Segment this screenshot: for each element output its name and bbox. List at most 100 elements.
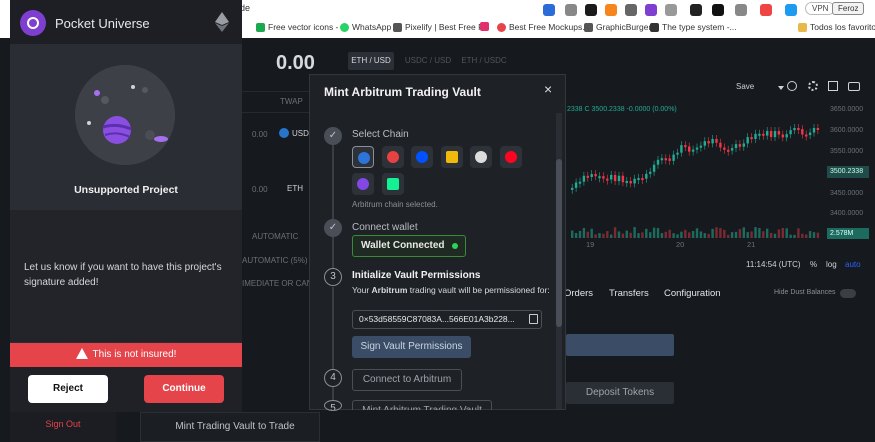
volume-bar bbox=[672, 233, 675, 238]
extension-icon[interactable] bbox=[565, 4, 577, 16]
bookmark[interactable]: Free vector icons - bbox=[256, 22, 338, 32]
bookmark[interactable]: Todos los favoritos bbox=[798, 22, 875, 32]
wallet-connected-button[interactable]: Wallet Connected bbox=[352, 235, 466, 257]
chain-base[interactable] bbox=[411, 146, 433, 168]
gear-icon[interactable] bbox=[808, 81, 818, 91]
volume-bar bbox=[578, 230, 582, 238]
candle-body bbox=[660, 158, 664, 161]
scale-log[interactable]: log bbox=[826, 260, 837, 269]
tab-orders[interactable]: Orders bbox=[564, 288, 593, 299]
price-tick: 3450.0000 bbox=[830, 190, 864, 197]
reject-button[interactable]: Reject bbox=[28, 375, 108, 403]
chain-arbitrum[interactable] bbox=[352, 146, 374, 168]
chain-avalanche[interactable] bbox=[382, 146, 404, 168]
bookmark[interactable]: Best Free Mockups... bbox=[497, 22, 589, 32]
bookmark[interactable]: WhatsApp bbox=[340, 22, 391, 32]
chevron-down-icon[interactable] bbox=[778, 86, 784, 90]
sign-vault-permissions-button[interactable]: Sign Vault Permissions bbox=[352, 336, 471, 358]
popup-message-panel: Let us know if you want to have this pro… bbox=[10, 210, 242, 342]
candle-body bbox=[797, 128, 800, 130]
extension-icon[interactable] bbox=[543, 4, 555, 16]
zoom-icon[interactable] bbox=[787, 81, 797, 91]
bookmark[interactable]: The type system -... bbox=[650, 22, 737, 32]
chart-save[interactable]: Save bbox=[736, 82, 754, 91]
chain-polygon[interactable] bbox=[352, 173, 374, 195]
volume-bar bbox=[641, 232, 644, 238]
order-type-label[interactable]: AUTOMATIC (5%) bbox=[242, 256, 307, 265]
mint-vault-to-trade-button[interactable]: Mint Trading Vault to Trade bbox=[140, 412, 320, 442]
order-type-label[interactable]: AUTOMATIC bbox=[252, 232, 298, 241]
scrollbar-thumb[interactable] bbox=[556, 159, 562, 327]
candle-body bbox=[769, 130, 773, 138]
candle-body bbox=[621, 175, 625, 183]
bookmark[interactable]: Pixelify | Best Free F... bbox=[393, 22, 489, 32]
chart-time: 11:14:54 (UTC) bbox=[746, 260, 801, 269]
extension-icon[interactable] bbox=[665, 4, 677, 16]
ethereum-icon bbox=[215, 12, 229, 32]
volume-bar bbox=[734, 231, 738, 238]
volume-bar bbox=[598, 233, 601, 238]
pair-tab-usdc-usd[interactable]: USDC / USD bbox=[402, 52, 454, 70]
metamask-icon[interactable] bbox=[605, 4, 617, 16]
volume-bar bbox=[703, 233, 706, 238]
volume-bar bbox=[684, 229, 687, 238]
pair-tab-eth-usdc[interactable]: ETH / USDC bbox=[458, 52, 510, 70]
extension-icon[interactable] bbox=[760, 4, 772, 16]
date-tick: 19 bbox=[586, 240, 595, 249]
tab-configuration[interactable]: Configuration bbox=[664, 288, 721, 299]
volume-bar bbox=[621, 233, 625, 238]
volume-bar bbox=[574, 233, 578, 238]
volume-bar bbox=[777, 229, 781, 238]
candle-body bbox=[606, 178, 609, 181]
chain-optimism[interactable] bbox=[500, 146, 522, 168]
candle-body bbox=[613, 174, 617, 182]
bookmark[interactable]: GraphicBurger bbox=[584, 22, 651, 32]
close-icon[interactable]: × bbox=[544, 81, 552, 97]
candle-body bbox=[805, 134, 808, 137]
fullscreen-icon[interactable] bbox=[828, 81, 838, 91]
camera-icon[interactable] bbox=[848, 82, 860, 91]
loading-button[interactable] bbox=[566, 334, 674, 356]
continue-button[interactable]: Continue bbox=[144, 375, 224, 403]
hide-dust-toggle[interactable] bbox=[840, 289, 856, 298]
candle-body bbox=[758, 133, 761, 136]
pocket-universe-extension-icon[interactable] bbox=[645, 4, 657, 16]
chain-bnb[interactable] bbox=[441, 146, 463, 168]
connect-to-arbitrum-button[interactable]: Connect to Arbitrum bbox=[352, 369, 462, 391]
vpn-button[interactable]: VPN bbox=[805, 2, 836, 15]
candle-body bbox=[594, 174, 597, 177]
candle-body bbox=[754, 133, 757, 139]
profile-button[interactable]: Feroz bbox=[832, 2, 865, 15]
extension-icon[interactable] bbox=[625, 4, 637, 16]
candle-body bbox=[738, 144, 742, 147]
extension-icon[interactable] bbox=[785, 4, 797, 16]
volume-bar bbox=[808, 231, 812, 238]
extension-icon[interactable] bbox=[585, 4, 597, 16]
extension-icon[interactable] bbox=[735, 4, 747, 16]
bookmark[interactable] bbox=[480, 22, 489, 31]
candle-body bbox=[582, 175, 586, 182]
twap-label: TWAP bbox=[280, 97, 303, 106]
sign-out-link[interactable]: Sign Out bbox=[10, 412, 116, 442]
price-tick: 3550.0000 bbox=[830, 148, 864, 155]
modal-scrollbar[interactable] bbox=[556, 113, 562, 409]
volume-bar bbox=[730, 232, 734, 238]
extension-icon[interactable] bbox=[712, 4, 724, 16]
candle-body bbox=[625, 181, 628, 184]
volume-bar bbox=[625, 230, 628, 238]
pair-tab-eth-usd[interactable]: ETH / USD bbox=[348, 52, 394, 70]
tab-transfers[interactable]: Transfers bbox=[609, 288, 649, 299]
candle-body bbox=[691, 149, 695, 152]
deposit-tokens-button[interactable]: Deposit Tokens bbox=[566, 382, 674, 404]
volume-bar bbox=[602, 233, 605, 238]
mint-arbitrum-vault-button[interactable]: Mint Arbitrum Trading Vault bbox=[352, 400, 492, 410]
chain-solana[interactable] bbox=[382, 173, 404, 195]
vault-address-field[interactable]: 0×53d58559C87083A...566E01A3b228... bbox=[352, 310, 542, 329]
extension-icon[interactable] bbox=[690, 4, 702, 16]
scale-auto[interactable]: auto bbox=[845, 260, 861, 269]
copy-icon[interactable] bbox=[529, 314, 538, 324]
current-price-tag: 3500.2338 bbox=[827, 166, 869, 178]
volume-bar bbox=[719, 228, 722, 238]
scale-percent[interactable]: % bbox=[810, 260, 817, 269]
chain-ethereum[interactable] bbox=[470, 146, 492, 168]
